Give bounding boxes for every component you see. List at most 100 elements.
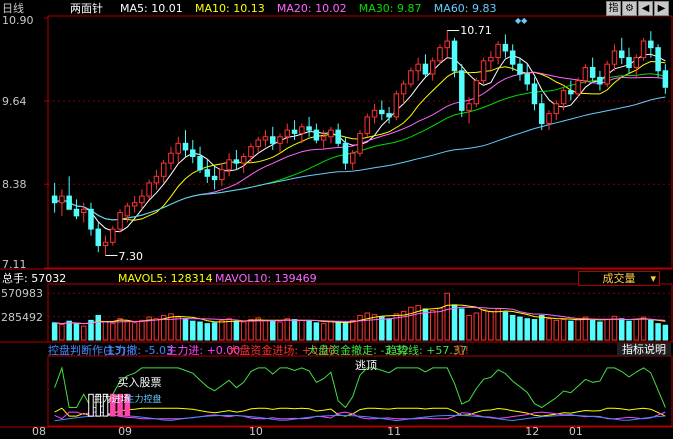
volume-bar [466, 314, 472, 341]
candle-body [255, 139, 261, 148]
volume-bar [342, 322, 349, 341]
volume-tick-label: 285492 [1, 310, 43, 324]
scroll-right-button[interactable]: ▶ [654, 1, 669, 16]
volume-bar [153, 318, 160, 341]
candle-body [589, 66, 596, 78]
volume-bar [473, 312, 480, 341]
chevron-down-icon: ▾ [650, 272, 656, 285]
candle-body [335, 129, 341, 144]
volume-bar [531, 319, 538, 341]
candle [110, 225, 116, 246]
candle-body [495, 43, 501, 59]
volume-bar [59, 323, 65, 341]
volume-bar [139, 319, 145, 341]
candle-body [204, 169, 211, 177]
candle-body [517, 63, 523, 75]
volume-bar [349, 319, 356, 341]
candle-body [139, 195, 145, 204]
candle-body [582, 66, 589, 82]
volume-bar [648, 319, 654, 341]
volume-bar [539, 314, 545, 341]
volume-bar [568, 320, 574, 341]
volume-bar [451, 304, 458, 341]
candle-body [117, 212, 123, 230]
signal-diamond-icon: ◆◆ [515, 16, 528, 25]
volume-bar [662, 324, 669, 341]
volume-bar [364, 312, 371, 341]
volume-bar [509, 314, 516, 341]
candle-body [531, 83, 538, 105]
candle-body [502, 43, 509, 52]
buy-stock-label: 买入股票 [117, 376, 162, 389]
candle-body [473, 80, 480, 105]
candle-body [269, 136, 276, 144]
candle-body [306, 126, 312, 131]
candle-body [313, 129, 320, 141]
indicator-help-button[interactable]: 指标说明 [617, 343, 671, 356]
candle-body [604, 63, 610, 85]
candle [459, 64, 465, 117]
candle-body [190, 149, 196, 158]
volume-bar [553, 319, 560, 341]
candle-body [95, 228, 102, 247]
volume-bar [335, 321, 341, 341]
ma-legend-item: MA60: 9.83 [433, 2, 497, 15]
candle-body [553, 103, 560, 115]
volume-tick-label: 570983 [1, 287, 43, 301]
volume-bar [240, 321, 247, 341]
high-price-label: 10.71 [460, 23, 492, 37]
volume-bar [560, 319, 567, 341]
candle-body [168, 152, 174, 164]
candle [473, 77, 480, 108]
indicator-button[interactable]: 指 [606, 1, 621, 16]
price-tick-label: 7.11 [2, 258, 27, 271]
candle-body [240, 156, 247, 164]
candle [393, 90, 400, 121]
candle-body [648, 40, 654, 49]
candle-body [568, 90, 574, 95]
candle-body [197, 156, 203, 171]
price-tick-label: 8.38 [2, 178, 27, 192]
volume-bar [299, 319, 305, 341]
candle-body [386, 113, 392, 118]
candle [364, 113, 371, 137]
volume-mavol5: MAVOL5: 128314 [118, 272, 213, 285]
volume-bar [204, 323, 211, 341]
volume-dropdown-label: 成交量 [602, 272, 636, 285]
candle [640, 37, 647, 61]
candle-body [66, 195, 72, 210]
candle-body [400, 83, 407, 95]
volume-bar [73, 323, 80, 341]
volume-bar [269, 320, 276, 341]
candle-body [488, 57, 494, 62]
candle-body [640, 40, 647, 59]
date-tick-label: 12 [525, 425, 540, 438]
date-tick-label: 10 [248, 425, 263, 438]
volume-bar [640, 316, 647, 341]
volume-bar [313, 322, 320, 341]
volume-bar [575, 318, 581, 341]
volume-indicator-dropdown[interactable]: 成交量 ▾ [578, 271, 660, 286]
candle-body [662, 70, 669, 88]
candle-body [524, 73, 530, 85]
volume-bar [589, 319, 596, 341]
candle-body [437, 47, 443, 62]
candle-body [509, 50, 516, 65]
chart-background [0, 0, 673, 439]
settings-button[interactable]: ⚙ [622, 1, 637, 16]
volume-bar [517, 316, 523, 341]
candle-body [459, 70, 465, 111]
candle-body [444, 40, 451, 49]
volume-bar [604, 319, 610, 341]
volume-bar [626, 320, 632, 341]
candle-body [110, 228, 116, 243]
escape-top-label: 逃顶 [355, 359, 377, 372]
volume-total: 总手: 57032 [2, 272, 67, 285]
scroll-left-button[interactable]: ◀ [638, 1, 653, 16]
candle-body [153, 175, 160, 184]
candle-body [575, 80, 581, 95]
volume-bar [408, 306, 414, 341]
candle-body [393, 93, 400, 118]
volume-bar [502, 311, 509, 341]
candle-body [226, 159, 232, 171]
